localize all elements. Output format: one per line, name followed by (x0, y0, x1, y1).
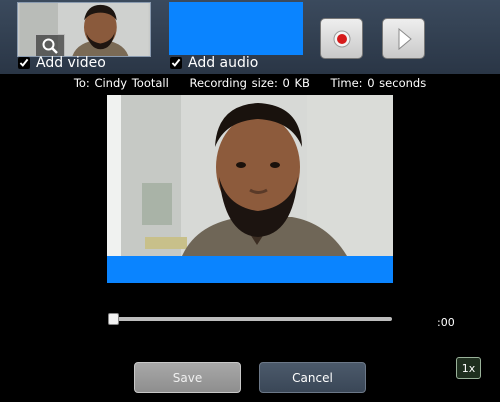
add-video-checkbox[interactable]: Add video (18, 55, 106, 71)
add-audio-label: Add audio (188, 55, 259, 71)
recording-info: To: Cindy Tootall Recording size: 0 KB T… (0, 76, 500, 90)
magnifier-icon (42, 38, 58, 54)
time-remaining-label: :00 (437, 316, 455, 329)
video-thumbnail[interactable] (17, 2, 151, 57)
zoom-button[interactable] (35, 34, 65, 56)
record-button[interactable] (320, 18, 363, 59)
recipient-text: To: Cindy Tootall (73, 76, 169, 90)
person-video-frame (107, 95, 393, 256)
add-audio-checkbox[interactable]: Add audio (170, 55, 258, 71)
video-preview[interactable] (107, 95, 393, 256)
play-icon (398, 27, 412, 50)
audio-preview[interactable] (169, 2, 303, 55)
recording-time-text: Time: 0 seconds (330, 76, 427, 90)
recording-size-text: Recording size: 0 KB (189, 76, 310, 90)
seek-track[interactable] (113, 317, 392, 321)
save-button[interactable]: Save (134, 362, 241, 393)
playback-speed-button[interactable]: 1x (456, 357, 481, 379)
recording-progress-bar (107, 256, 393, 283)
play-button[interactable] (382, 18, 425, 59)
add-audio-check-input[interactable] (170, 57, 182, 69)
seek-thumb[interactable] (108, 313, 119, 325)
toolbar: Add video Add audio (0, 0, 500, 74)
cancel-button[interactable]: Cancel (259, 362, 366, 393)
add-video-check-input[interactable] (18, 57, 30, 69)
record-icon (333, 30, 350, 47)
add-video-label: Add video (36, 55, 106, 71)
